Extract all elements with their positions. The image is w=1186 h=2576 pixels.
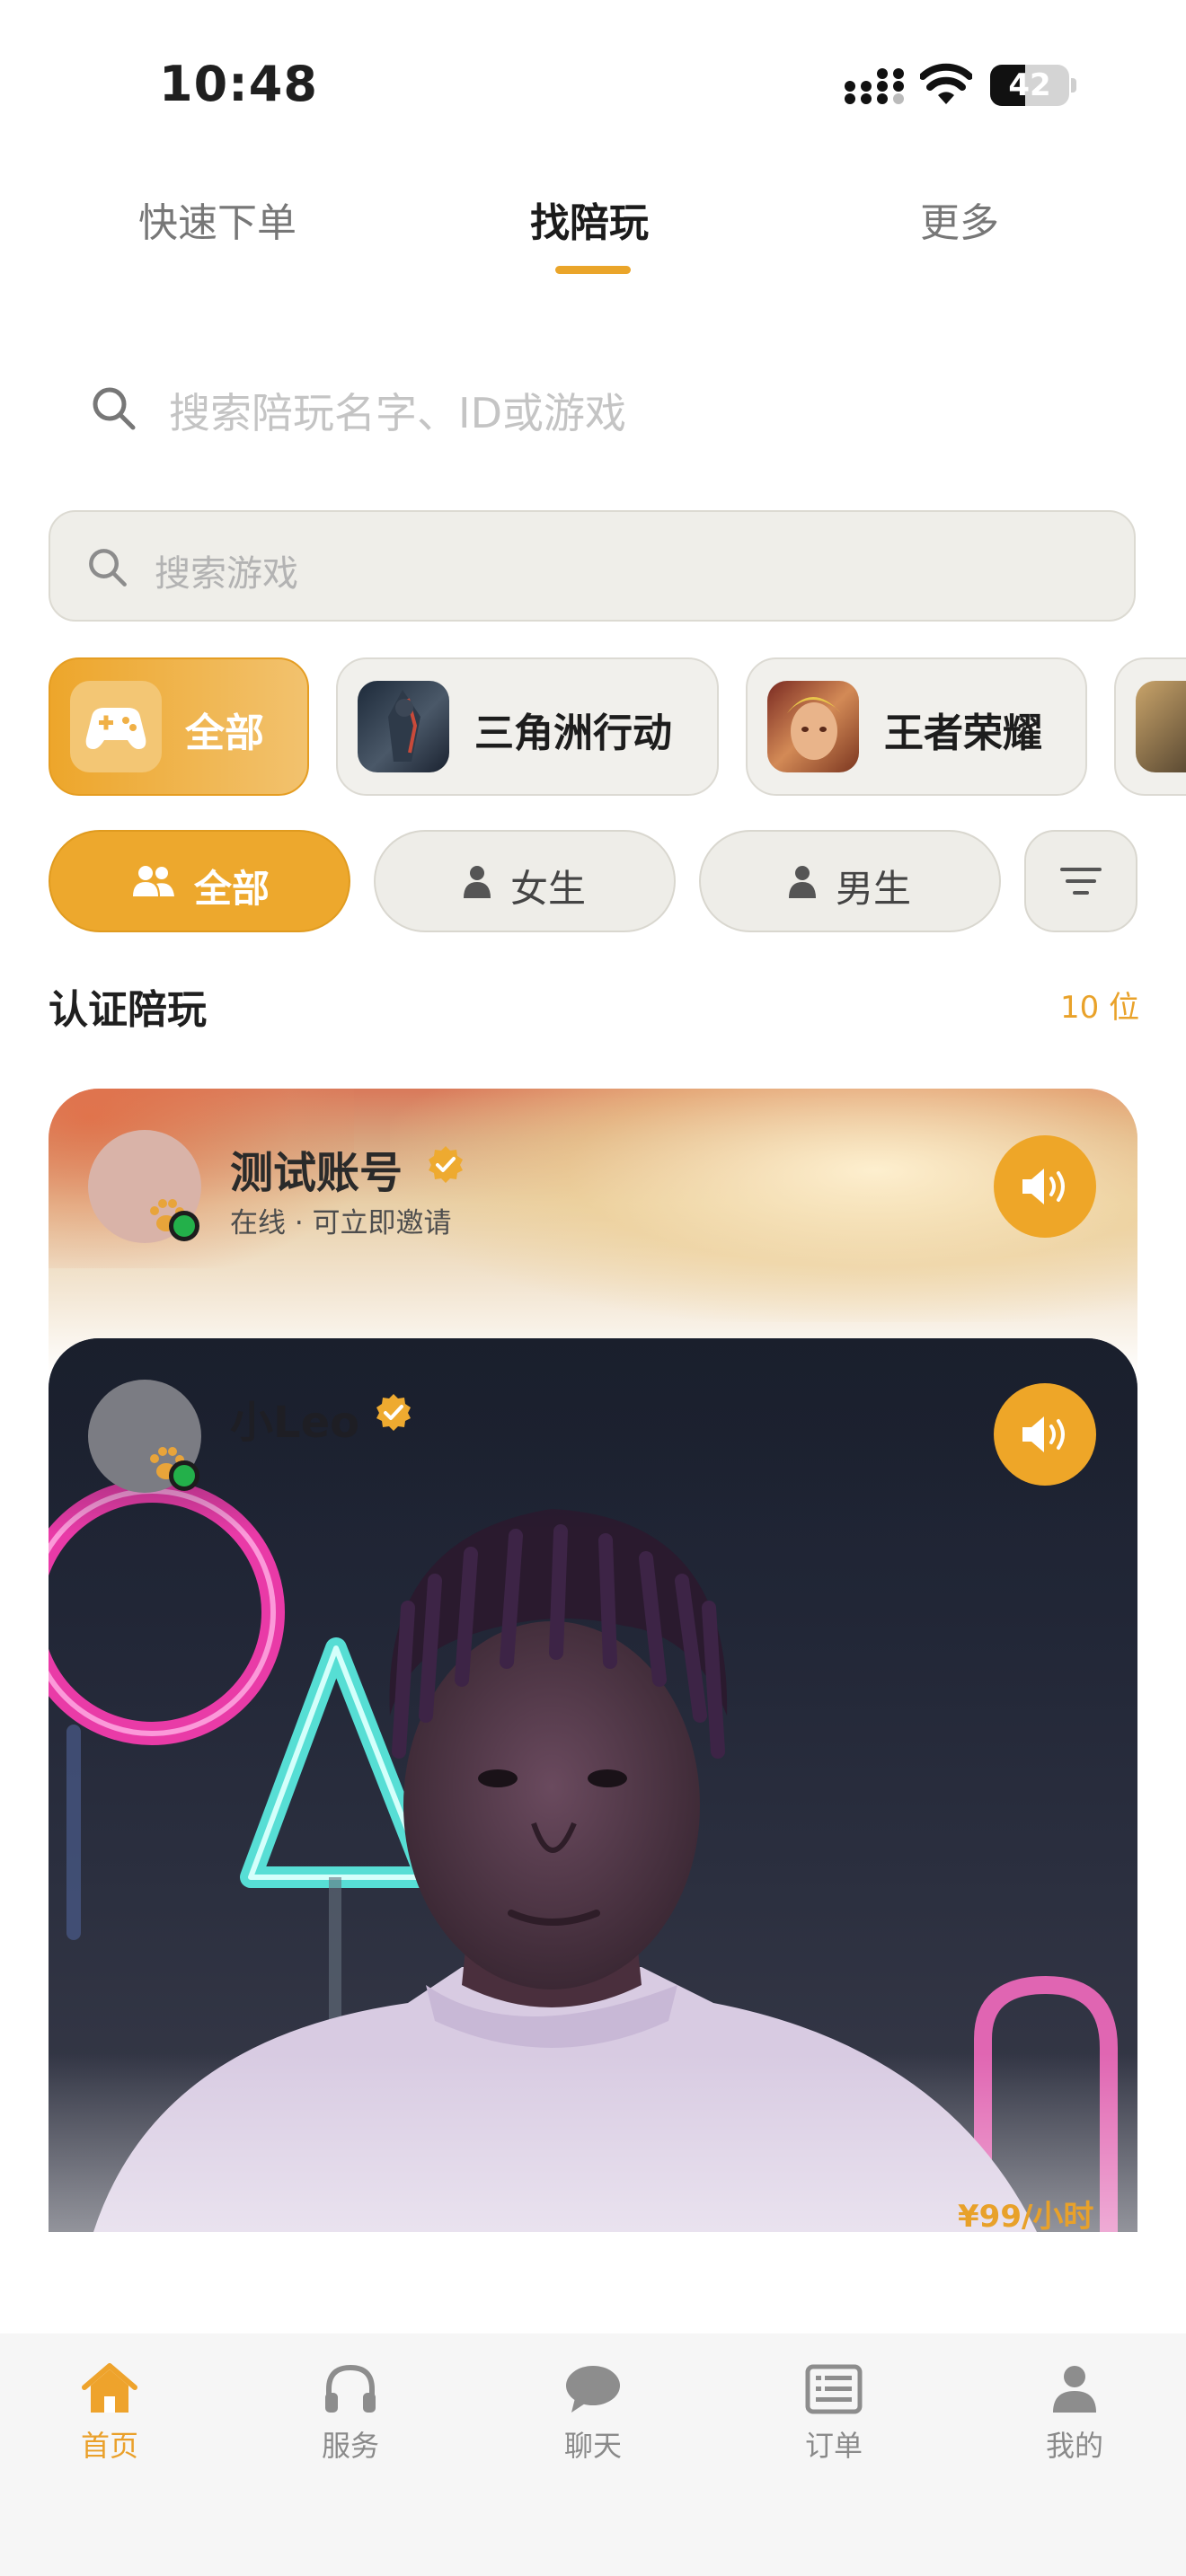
filter-lines-icon bbox=[1060, 868, 1102, 895]
verified-badge-icon bbox=[376, 1394, 411, 1431]
game-search-input[interactable]: 搜索游戏 bbox=[49, 510, 1136, 622]
companion-search[interactable]: 搜索陪玩名字、ID或游戏 bbox=[86, 377, 805, 437]
search-icon bbox=[89, 549, 127, 587]
person-icon bbox=[464, 866, 491, 898]
game-chip-honor-of-kings[interactable]: 王者荣耀 bbox=[746, 657, 1087, 796]
nav-orders-label: 订单 bbox=[804, 2429, 863, 2463]
nav-service[interactable]: 服务 bbox=[279, 2362, 422, 2470]
nav-service-label: 服务 bbox=[321, 2429, 379, 2463]
online-status-dot bbox=[169, 1211, 199, 1241]
speaker-icon bbox=[1022, 1416, 1065, 1452]
tab-quick-order[interactable]: 快速下单 bbox=[138, 190, 296, 248]
wifi-icon bbox=[920, 63, 972, 104]
active-tab-indicator bbox=[555, 266, 631, 274]
filter-female-label: 女生 bbox=[510, 867, 587, 911]
nav-profile-label: 我的 bbox=[1045, 2429, 1103, 2463]
companion-card[interactable]: 小Leo ¥99/小时 bbox=[49, 1338, 1137, 2232]
filter-all[interactable]: 全部 bbox=[49, 830, 350, 932]
nav-chat[interactable]: 聊天 bbox=[521, 2362, 665, 2470]
game-chip-label: 三角洲行动 bbox=[474, 710, 672, 756]
nav-home-label: 首页 bbox=[80, 2429, 138, 2463]
companion-search-placeholder: 搜索陪玩名字、ID或游戏 bbox=[169, 389, 626, 437]
tab-find-companion[interactable]: 找陪玩 bbox=[530, 190, 649, 248]
chat-bubble-icon bbox=[566, 2366, 620, 2413]
companion-card[interactable]: 测试账号 在线 · 可立即邀请 bbox=[49, 1089, 1137, 1376]
battery-level: 42 bbox=[1008, 67, 1051, 103]
cellular-signal-icon bbox=[845, 68, 904, 104]
companion-name: 小Leo bbox=[230, 1398, 360, 1448]
nav-orders[interactable]: 订单 bbox=[762, 2362, 906, 2470]
profile-icon bbox=[1053, 2366, 1096, 2413]
game-cover-thumbnail bbox=[358, 681, 449, 772]
speaker-icon bbox=[1022, 1169, 1065, 1204]
game-chip-partial[interactable] bbox=[1114, 657, 1186, 796]
search-icon bbox=[93, 387, 136, 430]
tab-more[interactable]: 更多 bbox=[920, 190, 999, 248]
voice-intro-button[interactable] bbox=[994, 1135, 1096, 1238]
online-status-dot bbox=[169, 1460, 199, 1491]
nav-chat-label: 聊天 bbox=[563, 2429, 622, 2463]
section-count: 10 位 bbox=[1060, 990, 1140, 1026]
game-chip-label: 王者荣耀 bbox=[884, 710, 1042, 756]
filter-male-label: 男生 bbox=[836, 867, 912, 911]
person-icon bbox=[789, 866, 816, 898]
group-icon bbox=[133, 866, 174, 896]
voice-intro-button[interactable] bbox=[994, 1383, 1096, 1486]
price-label: ¥99/小时 bbox=[958, 2199, 1094, 2232]
filter-options-button[interactable] bbox=[1024, 830, 1137, 932]
verified-badge-icon bbox=[429, 1146, 463, 1183]
order-list-icon bbox=[805, 2364, 863, 2414]
game-cover-thumbnail bbox=[767, 681, 859, 772]
headphones-icon bbox=[325, 2364, 376, 2413]
nav-home[interactable]: 首页 bbox=[38, 2362, 181, 2470]
section-title: 认证陪玩 bbox=[49, 987, 207, 1033]
game-cover-thumbnail bbox=[1136, 681, 1186, 772]
companion-name: 测试账号 bbox=[230, 1148, 403, 1198]
nav-profile[interactable]: 我的 bbox=[1003, 2362, 1146, 2470]
game-chip-all[interactable]: 全部 bbox=[49, 657, 309, 796]
game-search-placeholder: 搜索游戏 bbox=[155, 553, 298, 595]
filter-all-label: 全部 bbox=[194, 867, 270, 911]
gamepad-icon bbox=[70, 681, 162, 772]
game-chip-delta-force[interactable]: 三角洲行动 bbox=[336, 657, 719, 796]
home-icon bbox=[82, 2363, 137, 2413]
companion-photo bbox=[49, 1338, 1137, 2232]
filter-male[interactable]: 男生 bbox=[699, 830, 1001, 932]
status-time: 10:48 bbox=[159, 56, 318, 112]
game-chip-all-label: 全部 bbox=[185, 710, 264, 756]
battery-icon: 42 bbox=[990, 65, 1076, 106]
companion-status-text: 在线 · 可立即邀请 bbox=[230, 1207, 452, 1239]
filter-female[interactable]: 女生 bbox=[374, 830, 676, 932]
